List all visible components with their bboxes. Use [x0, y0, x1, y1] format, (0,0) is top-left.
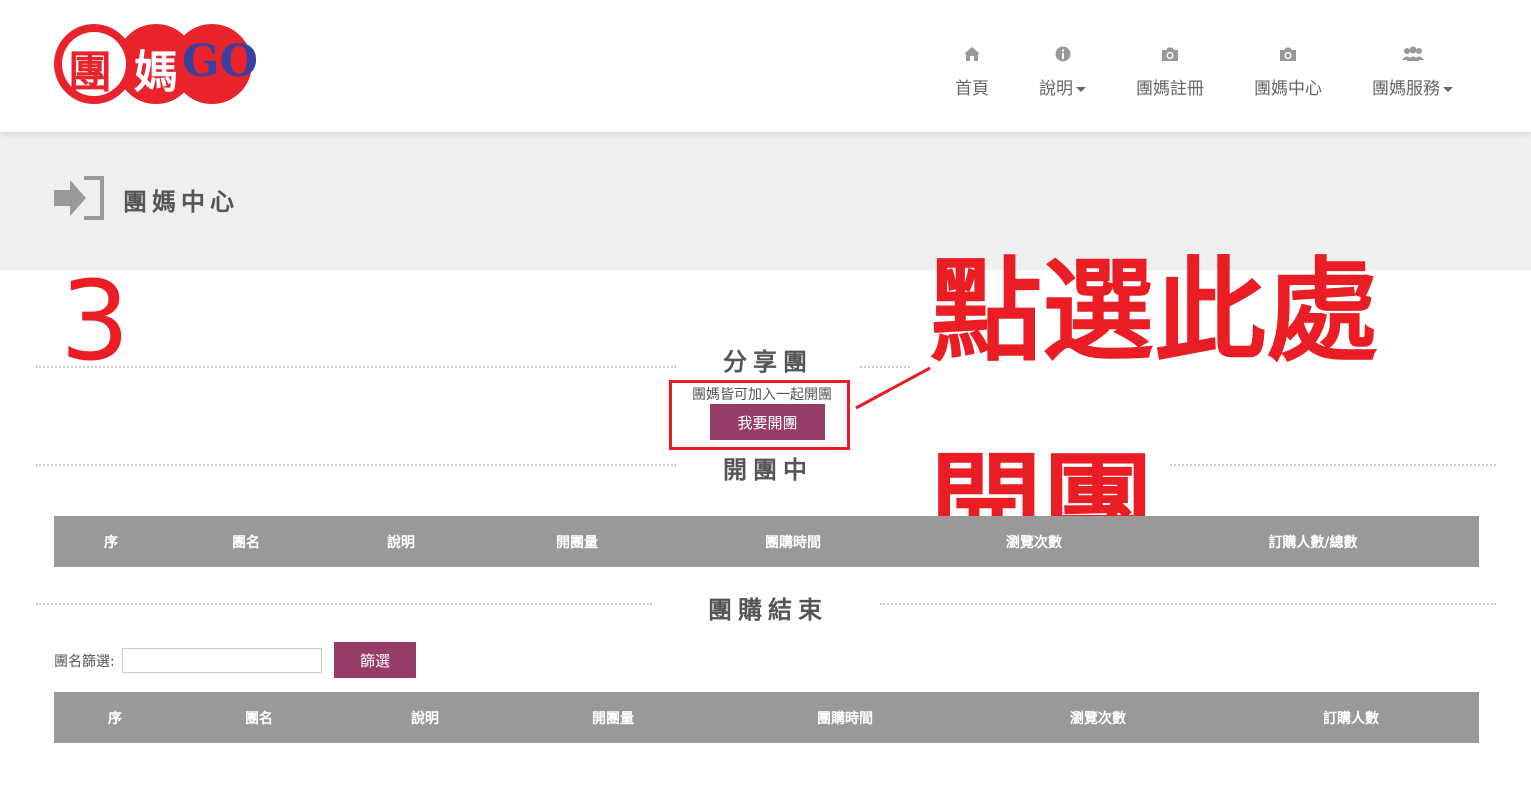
logo-char-1: 團: [68, 47, 112, 98]
section-divider: [36, 366, 676, 368]
sign-in-icon: [54, 176, 106, 224]
column-header[interactable]: 開團量: [556, 532, 598, 552]
nav-services[interactable]: 團媽服務: [1372, 44, 1453, 99]
highlight-box: [669, 380, 850, 450]
column-header[interactable]: 團名: [232, 532, 260, 552]
site-header: 團 媽 GO 首頁 說明 團媽註冊 團媽中心 團媽服務: [0, 0, 1531, 132]
column-header[interactable]: 序: [108, 708, 122, 728]
camera-icon: [1278, 44, 1298, 64]
nav-services-label: 團媽服務: [1372, 79, 1440, 99]
chevron-down-icon: [1076, 86, 1086, 92]
main-nav: 首頁 說明 團媽註冊 團媽中心 團媽服務: [905, 44, 1453, 99]
column-header[interactable]: 說明: [387, 532, 415, 552]
ended-section-title: 團購結束: [708, 595, 828, 624]
section-divider: [1170, 464, 1496, 466]
nav-register[interactable]: 團媽註冊: [1136, 44, 1204, 99]
info-icon: [1055, 44, 1071, 64]
nav-center-label: 團媽中心: [1254, 79, 1322, 99]
nav-home[interactable]: 首頁: [955, 44, 989, 99]
open-section-title: 開團中: [723, 455, 813, 484]
nav-center[interactable]: 團媽中心: [1254, 44, 1322, 99]
instruction-text: 點選此處: [930, 247, 1378, 377]
column-header[interactable]: 團購時間: [817, 708, 873, 728]
section-divider: [880, 603, 1496, 605]
column-header[interactable]: 訂購人數/總數: [1268, 532, 1357, 552]
column-header[interactable]: 團購時間: [765, 532, 821, 552]
column-header[interactable]: 序: [104, 532, 118, 552]
home-icon: [963, 44, 981, 64]
share-section-title: 分享團: [723, 347, 813, 376]
column-header[interactable]: 開團量: [592, 708, 634, 728]
camera-icon: [1160, 44, 1180, 64]
nav-about[interactable]: 說明: [1039, 44, 1086, 99]
section-divider: [36, 464, 676, 466]
column-header[interactable]: 說明: [411, 708, 439, 728]
users-icon: [1401, 44, 1424, 64]
column-header[interactable]: 瀏覽次數: [1006, 532, 1062, 552]
column-header[interactable]: 訂購人數: [1323, 708, 1379, 728]
nav-home-label: 首頁: [955, 79, 989, 99]
logo-char-3: GO: [182, 36, 258, 87]
section-divider: [36, 603, 652, 605]
ended-table-header: 序 團名 說明 開團量 團購時間 瀏覽次數 訂購人數: [54, 692, 1479, 743]
logo-char-2: 媽: [134, 47, 178, 98]
open-table-header: 序 團名 說明 開團量 團購時間 瀏覽次數 訂購人數/總數: [54, 516, 1479, 567]
nav-about-label: 說明: [1039, 79, 1073, 99]
chevron-down-icon: [1443, 86, 1453, 92]
site-logo[interactable]: 團 媽 GO: [54, 22, 258, 104]
filter-button[interactable]: 篩選: [334, 642, 416, 678]
column-header[interactable]: 瀏覽次數: [1070, 708, 1126, 728]
page-title: 團媽中心: [123, 187, 239, 216]
arrow-pointer: [855, 366, 931, 410]
step-number: 3: [60, 257, 130, 385]
column-header[interactable]: 團名: [245, 708, 273, 728]
nav-register-label: 團媽註冊: [1136, 79, 1204, 99]
filter-input[interactable]: [122, 648, 322, 673]
filter-label: 團名篩選:: [54, 654, 115, 670]
